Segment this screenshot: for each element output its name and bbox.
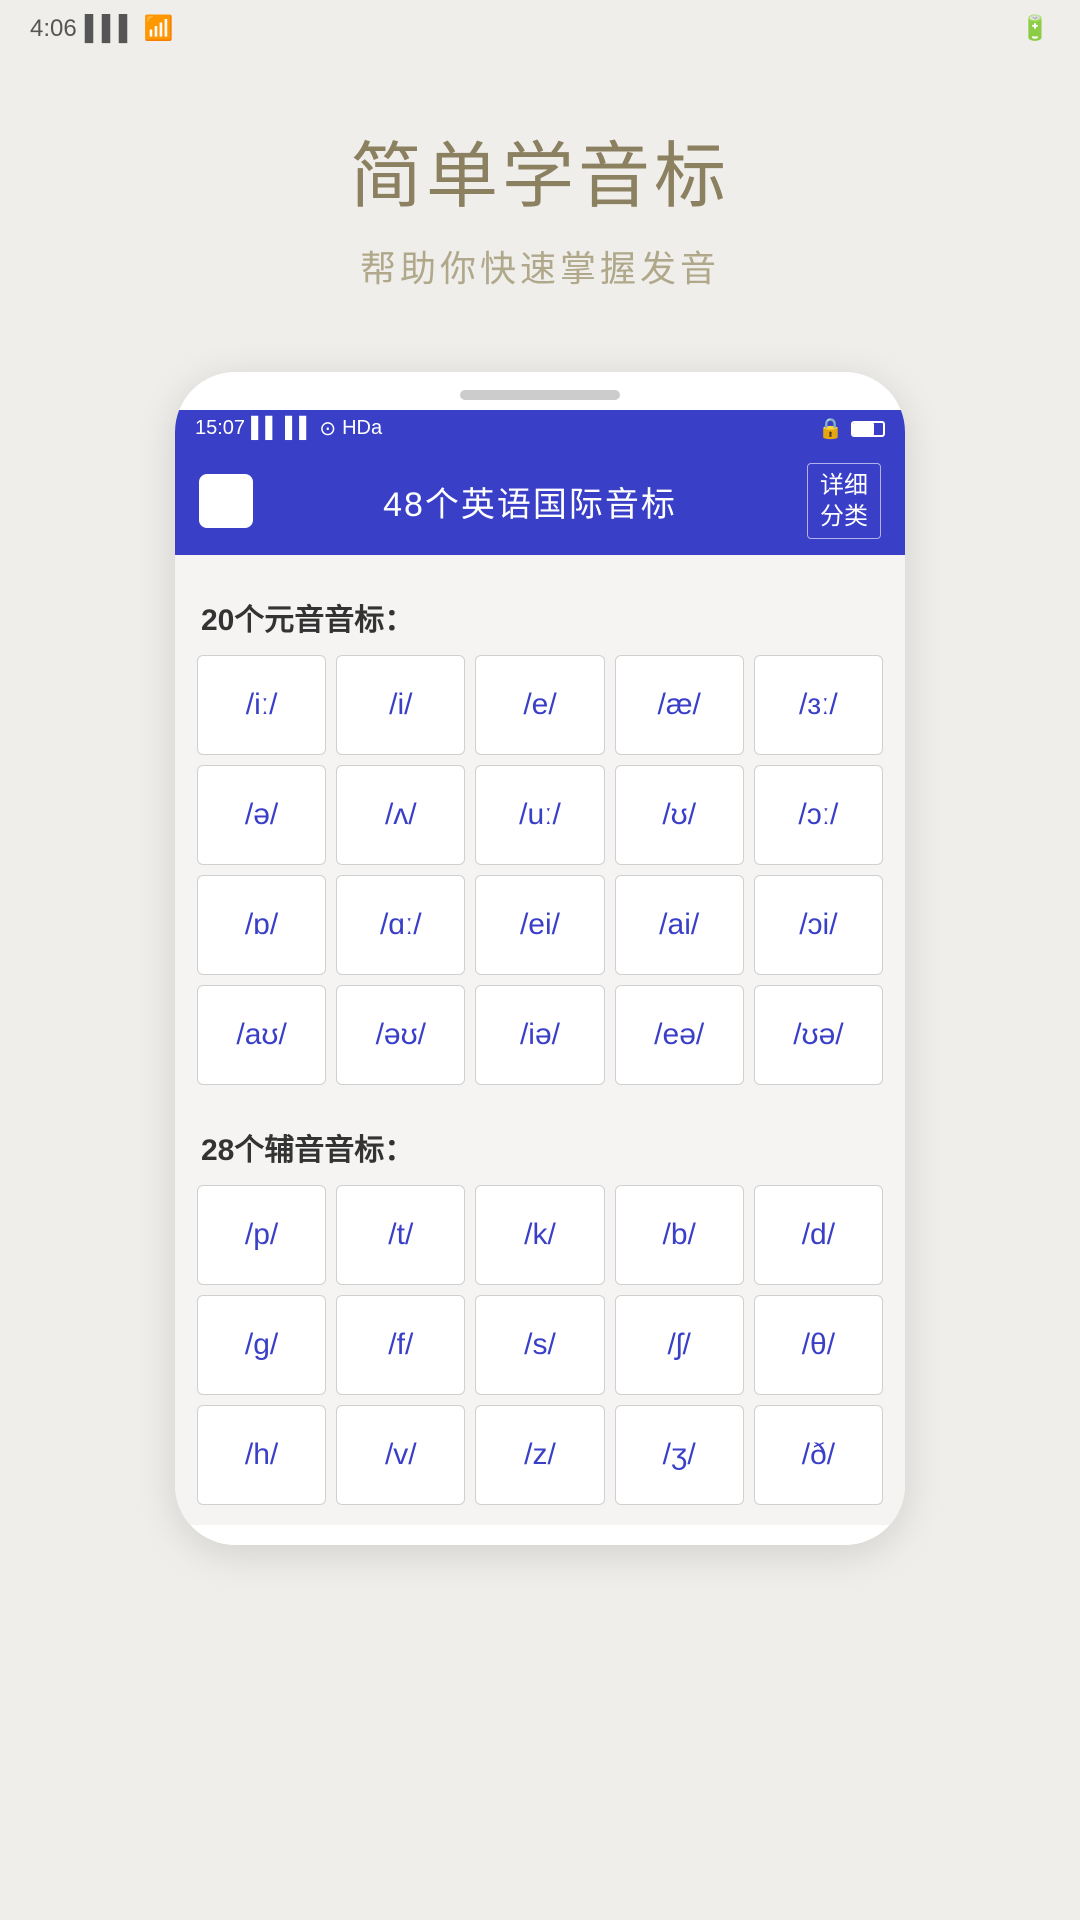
consonant-phoneme-cell[interactable]: /ð/: [754, 1405, 883, 1505]
phone-time: 15:07: [195, 417, 245, 440]
phone-status-left: 15:07 ▌▌ ▌▌ ⊙ HDa: [195, 416, 382, 441]
phone-status-right: 🔒: [818, 416, 885, 441]
vowel-phoneme-cell[interactable]: /ʌ/: [336, 765, 465, 865]
consonant-phoneme-cell[interactable]: /g/: [197, 1295, 326, 1395]
vowel-phoneme-cell[interactable]: /eə/: [615, 985, 744, 1085]
consonant-phoneme-cell[interactable]: /b/: [615, 1185, 744, 1285]
outer-signal-icon: ▌▌▌: [85, 15, 136, 43]
outer-wifi-icon: 📶: [144, 14, 174, 43]
phone-top-bar: [175, 372, 905, 410]
consonant-grid: /p//t//k//b//d//g//f//s//ʃ//θ//h//v//z//…: [191, 1185, 889, 1505]
vowel-phoneme-cell[interactable]: /uː/: [475, 765, 604, 865]
vowel-phoneme-cell[interactable]: /ɔː/: [754, 765, 883, 865]
consonant-phoneme-cell[interactable]: /ʒ/: [615, 1405, 744, 1505]
consonant-phoneme-cell[interactable]: /k/: [475, 1185, 604, 1285]
phone-battery-icon: [851, 421, 885, 437]
vowel-phoneme-cell[interactable]: /iə/: [475, 985, 604, 1085]
vowel-phoneme-cell[interactable]: /ʊ/: [615, 765, 744, 865]
section-divider: [191, 1085, 889, 1105]
detail-line2: 分类: [820, 503, 868, 530]
phone-notch: [460, 390, 620, 400]
consonant-phoneme-cell[interactable]: /θ/: [754, 1295, 883, 1395]
outer-battery-icon: 🔋: [1020, 14, 1050, 43]
outer-time: 4:06: [30, 15, 77, 43]
vowel-phoneme-cell[interactable]: /ə/: [197, 765, 326, 865]
outer-status-left: 4:06 ▌▌▌ 📶: [30, 14, 174, 43]
phone-status-bar: 15:07 ▌▌ ▌▌ ⊙ HDa 🔒: [175, 410, 905, 447]
detail-category-button[interactable]: 详细 分类: [807, 463, 881, 539]
phone-frame: 15:07 ▌▌ ▌▌ ⊙ HDa 🔒 ⚙ 48个英语国际音标 详细 分类 20…: [175, 372, 905, 1545]
vowel-section-label: 20个元音音标：: [201, 595, 879, 639]
vowel-phoneme-cell[interactable]: /əʊ/: [336, 985, 465, 1085]
outer-status-bar: 4:06 ▌▌▌ 📶 🔋: [0, 0, 1080, 57]
consonant-phoneme-cell[interactable]: /p/: [197, 1185, 326, 1285]
vowel-phoneme-cell[interactable]: /ɔi/: [754, 875, 883, 975]
consonant-phoneme-cell[interactable]: /h/: [197, 1405, 326, 1505]
app-header: ⚙ 48个英语国际音标 详细 分类: [175, 447, 905, 555]
vowel-phoneme-cell[interactable]: /ʊə/: [754, 985, 883, 1085]
vowel-phoneme-cell[interactable]: /e/: [475, 655, 604, 755]
consonant-phoneme-cell[interactable]: /t/: [336, 1185, 465, 1285]
phone-signal-icon: ▌▌ ▌▌: [251, 417, 313, 440]
vowel-phoneme-cell[interactable]: /iː/: [197, 655, 326, 755]
vowel-phoneme-cell[interactable]: /æ/: [615, 655, 744, 755]
consonant-phoneme-cell[interactable]: /d/: [754, 1185, 883, 1285]
vowel-phoneme-cell[interactable]: /ai/: [615, 875, 744, 975]
phone-hd-label: HDa: [342, 417, 382, 440]
consonant-phoneme-cell[interactable]: /s/: [475, 1295, 604, 1395]
settings-button[interactable]: ⚙: [199, 474, 253, 528]
consonant-phoneme-cell[interactable]: /z/: [475, 1405, 604, 1505]
vowel-phoneme-cell[interactable]: /ɒ/: [197, 875, 326, 975]
vowel-phoneme-cell[interactable]: /aʊ/: [197, 985, 326, 1085]
header-title: 48个英语国际音标: [383, 477, 677, 526]
vowel-phoneme-cell[interactable]: /ɑː/: [336, 875, 465, 975]
vowel-phoneme-cell[interactable]: /ɜː/: [754, 655, 883, 755]
app-title-section: 简单学音标 帮助你快速掌握发音: [350, 117, 730, 292]
detail-line1: 详细: [820, 472, 868, 499]
consonant-section-label: 28个辅音音标：: [201, 1125, 879, 1169]
app-subtitle: 帮助你快速掌握发音: [350, 240, 730, 292]
phone-wifi-icon: ⊙: [319, 416, 336, 441]
app-title: 简单学音标: [350, 117, 730, 222]
consonant-phoneme-cell[interactable]: /v/: [336, 1405, 465, 1505]
outer-status-right: 🔋: [1020, 14, 1050, 43]
consonant-phoneme-cell[interactable]: /f/: [336, 1295, 465, 1395]
vowel-phoneme-cell[interactable]: /ei/: [475, 875, 604, 975]
phone-lock-icon: 🔒: [818, 416, 843, 441]
vowel-grid: /iː//i//e//æ//ɜː/ /ə//ʌ//uː//ʊ//ɔː/ /ɒ//ɑː…: [191, 655, 889, 1085]
gear-icon: ⚙: [212, 482, 241, 520]
vowel-phoneme-cell[interactable]: /i/: [336, 655, 465, 755]
phone-content: 20个元音音标： /iː//i//e//æ//ɜː//ə//ʌ//uː//ʊ//…: [175, 555, 905, 1525]
consonant-phoneme-cell[interactable]: /ʃ/: [615, 1295, 744, 1395]
